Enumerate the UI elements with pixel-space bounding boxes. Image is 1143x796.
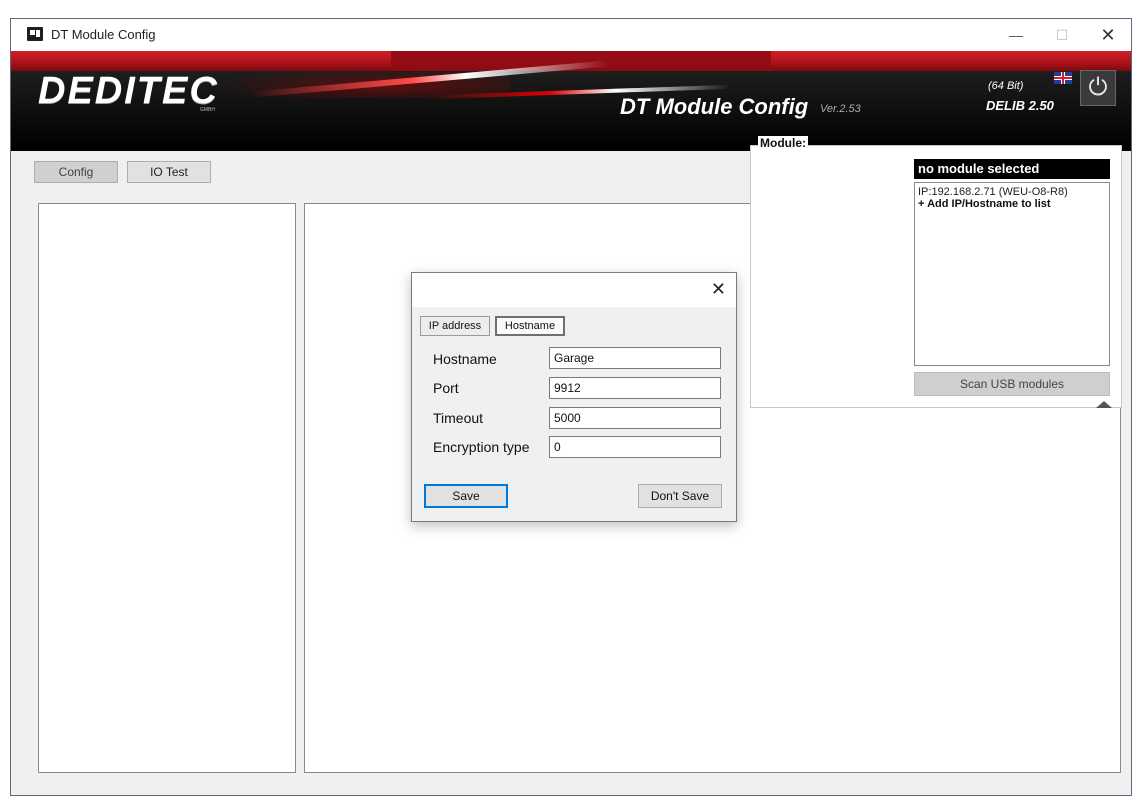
- hostname-input[interactable]: [549, 347, 721, 369]
- tab-config[interactable]: Config: [34, 161, 118, 183]
- port-label: Port: [433, 380, 459, 396]
- module-list[interactable]: IP:192.168.2.71 (WEU-O8-R8) + Add IP/Hos…: [914, 182, 1110, 366]
- timeout-label: Timeout: [433, 410, 484, 426]
- collapse-arrow-icon[interactable]: [1096, 401, 1112, 408]
- dialog-close-icon[interactable]: ✕: [711, 279, 726, 300]
- timeout-input[interactable]: [549, 407, 721, 429]
- encryption-type-input[interactable]: [549, 436, 721, 458]
- module-caption: Module:: [758, 136, 808, 150]
- selected-module-label: no module selected: [914, 159, 1110, 179]
- tab-hostname[interactable]: Hostname: [495, 316, 565, 336]
- scan-usb-button[interactable]: Scan USB modules: [914, 372, 1110, 396]
- save-button[interactable]: Save: [424, 484, 508, 508]
- dialog-title-bar: ✕: [412, 273, 736, 307]
- encryption-type-label: Encryption type: [433, 439, 530, 455]
- hostname-label: Hostname: [433, 351, 497, 367]
- tab-ip-address[interactable]: IP address: [420, 316, 490, 336]
- port-input[interactable]: [549, 377, 721, 399]
- hostname-dialog: ✕ IP address Hostname Hostname Port Time…: [411, 272, 737, 522]
- dont-save-button[interactable]: Don't Save: [638, 484, 722, 508]
- tab-io-test[interactable]: IO Test: [127, 161, 211, 183]
- left-panel: [38, 203, 296, 773]
- list-item[interactable]: IP:192.168.2.71 (WEU-O8-R8): [918, 186, 1106, 198]
- add-hostname-item[interactable]: + Add IP/Hostname to list: [918, 198, 1106, 210]
